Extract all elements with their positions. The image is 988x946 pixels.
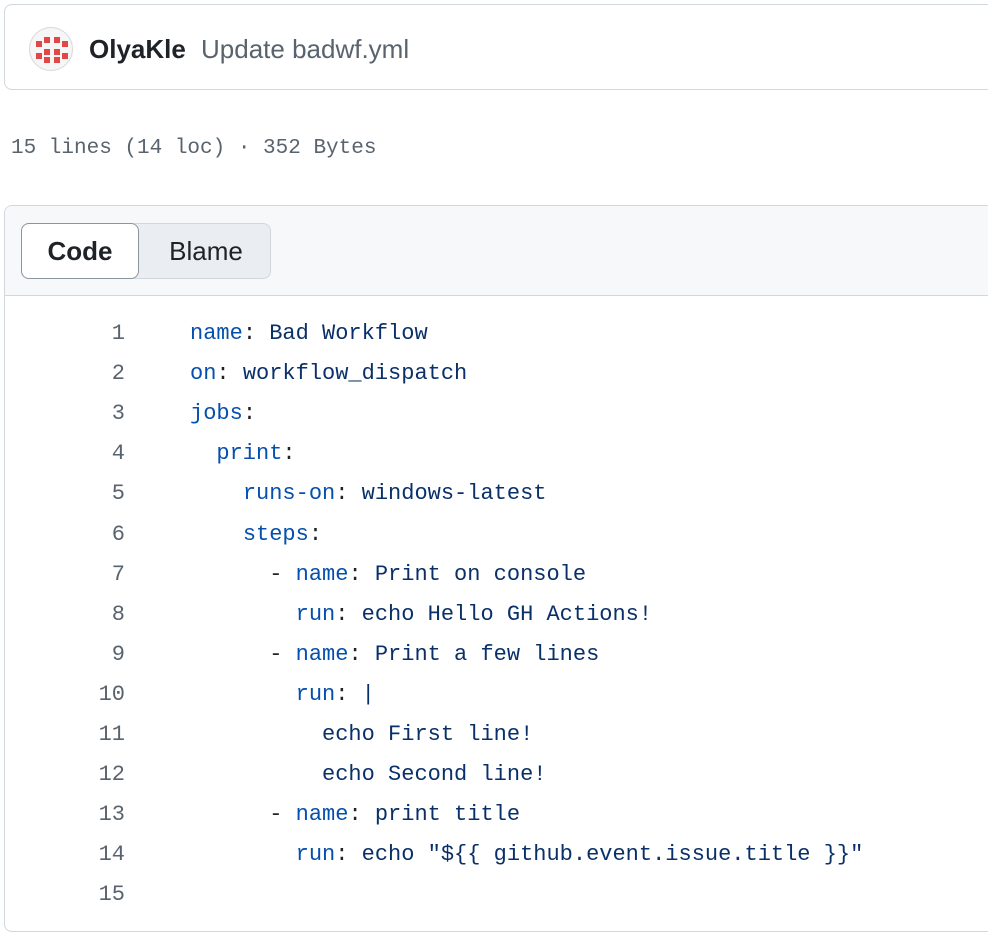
code-line: 11 echo First line!: [5, 715, 988, 755]
code-line: 9 - name: Print a few lines: [5, 635, 988, 675]
line-number[interactable]: 1: [45, 314, 125, 354]
code-line: 7 - name: Print on console: [5, 555, 988, 595]
line-content: run: |: [295, 681, 375, 707]
line-number[interactable]: 2: [45, 354, 125, 394]
line-content: jobs:: [190, 401, 257, 427]
line-content: echo First line!: [322, 722, 534, 747]
line-number[interactable]: 14: [45, 835, 125, 875]
commit-author-link[interactable]: OlyaKle: [89, 33, 186, 65]
line-number[interactable]: 4: [45, 434, 125, 474]
code-line: 4 print:: [5, 434, 988, 474]
code-line: 8 run: echo Hello GH Actions!: [5, 595, 988, 635]
code-line: 14 run: echo "${{ github.event.issue.tit…: [5, 835, 988, 875]
blame-tab[interactable]: Blame: [140, 223, 272, 279]
line-number[interactable]: 11: [45, 715, 125, 755]
line-number[interactable]: 13: [45, 795, 125, 835]
latest-commit-box: OlyaKle Update badwf.yml: [4, 4, 988, 90]
line-content: - name: print title: [269, 802, 521, 828]
code-line: 15: [5, 875, 988, 915]
line-number[interactable]: 3: [45, 394, 125, 434]
line-content: - name: Print on console: [269, 561, 587, 587]
line-content: steps:: [242, 521, 323, 547]
line-number[interactable]: 12: [45, 755, 125, 795]
line-number[interactable]: 15: [45, 875, 125, 915]
avatar[interactable]: [29, 27, 73, 71]
file-header: Code Blame: [5, 206, 988, 296]
code-line: 6 steps:: [5, 515, 988, 555]
file-viewer: Code Blame 1 name: Bad Workflow 2 on: workf…: [4, 205, 988, 932]
code-blame-toggle: Code Blame: [21, 223, 271, 279]
file-info: 15 lines (14 loc) · 352 Bytes: [11, 137, 377, 160]
commit-message-link[interactable]: Update badwf.yml: [201, 33, 409, 65]
line-number[interactable]: 10: [45, 675, 125, 715]
code-line: 3 jobs:: [5, 394, 988, 434]
line-content: - name: Print a few lines: [269, 641, 600, 667]
code-line: 12 echo Second line!: [5, 755, 988, 795]
line-content: runs-on: windows-latest: [242, 481, 547, 507]
line-content: echo Second line!: [322, 762, 547, 788]
line-content: on: workflow_dispatch: [190, 361, 468, 387]
code-line: 1 name: Bad Workflow: [5, 314, 988, 354]
code-tab[interactable]: Code: [21, 223, 139, 279]
line-number[interactable]: 7: [45, 555, 125, 595]
code-line: 5 runs-on: windows-latest: [5, 474, 988, 514]
line-content: run: echo Hello GH Actions!: [295, 601, 653, 627]
line-number[interactable]: 6: [45, 515, 125, 555]
line-number[interactable]: 5: [45, 474, 125, 514]
line-number[interactable]: 8: [45, 595, 125, 635]
line-content: print:: [216, 441, 296, 467]
line-content: name: Bad Workflow: [190, 321, 428, 346]
code-line: 2 on: workflow_dispatch: [5, 354, 988, 394]
line-number[interactable]: 9: [45, 635, 125, 675]
line-content: run: echo "${{ github.event.issue.title …: [295, 842, 864, 868]
identicon-icon: [36, 37, 68, 63]
code-line: 10 run: |: [5, 675, 988, 715]
code-line: 13 - name: print title: [5, 795, 988, 835]
